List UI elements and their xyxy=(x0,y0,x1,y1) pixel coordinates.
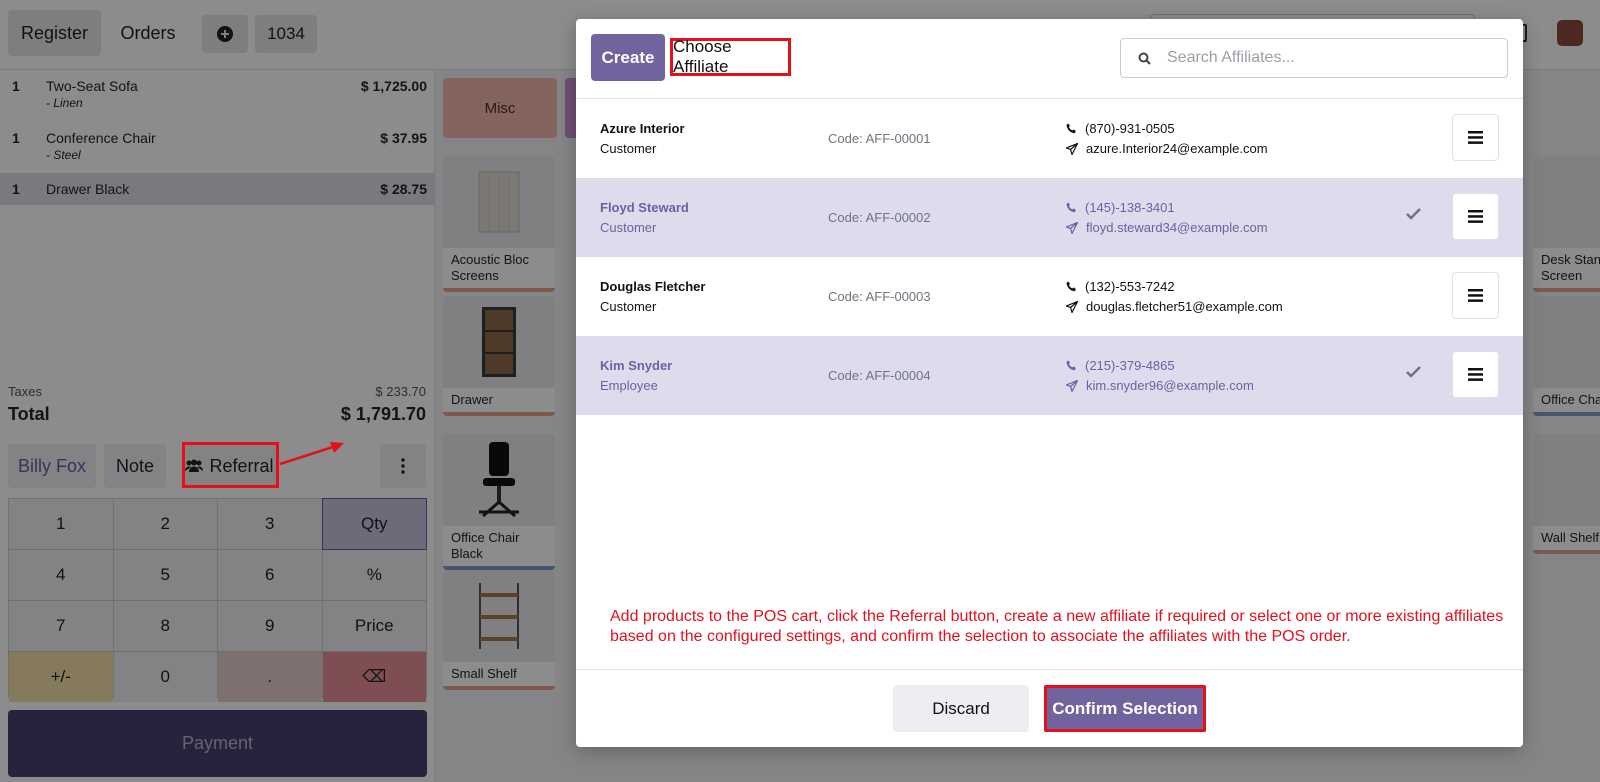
annotation-arrow xyxy=(279,442,344,466)
affiliate-name: Azure Interior xyxy=(600,121,685,136)
affiliate-role: Customer xyxy=(600,220,657,235)
phone-icon xyxy=(1066,281,1076,292)
affiliate-code: Code: AFF-00003 xyxy=(828,289,931,304)
affiliate-code: Code: AFF-00004 xyxy=(828,368,931,383)
affiliate-code: Code: AFF-00001 xyxy=(828,131,931,146)
affiliate-menu-button[interactable] xyxy=(1452,114,1499,161)
affiliate-search[interactable] xyxy=(1120,38,1508,78)
hamburger-icon xyxy=(1468,289,1483,302)
affiliate-phone-text: (215)-379-4865 xyxy=(1085,358,1175,373)
affiliate-name: Kim Snyder xyxy=(600,358,673,373)
phone-icon xyxy=(1066,123,1076,134)
create-affiliate-button[interactable]: Create xyxy=(591,34,665,81)
affiliate-menu-button[interactable] xyxy=(1452,193,1499,240)
dialog-title: Choose Affiliate xyxy=(670,37,791,76)
dialog-header: Create Choose Affiliate xyxy=(576,19,1523,99)
affiliate-name: Floyd Steward xyxy=(600,200,689,215)
affiliate-email: azure.Interior24@example.com xyxy=(1066,141,1268,156)
affiliate-email: floyd.steward34@example.com xyxy=(1066,220,1268,235)
send-icon xyxy=(1066,221,1078,234)
affiliate-email: kim.snyder96@example.com xyxy=(1066,378,1254,393)
hamburger-icon xyxy=(1468,210,1483,223)
affiliate-phone: (132)-553-7242 xyxy=(1066,279,1175,294)
instruction-annotation: Add products to the POS cart, click the … xyxy=(610,608,1504,645)
send-icon xyxy=(1066,379,1078,392)
affiliate-row[interactable]: Douglas Fletcher Customer Code: AFF-0000… xyxy=(576,257,1523,336)
affiliate-code: Code: AFF-00002 xyxy=(828,210,931,225)
affiliate-phone-text: (145)-138-3401 xyxy=(1085,200,1175,215)
affiliate-row-selected[interactable]: Floyd Steward Customer Code: AFF-00002 (… xyxy=(576,178,1523,257)
affiliate-email-text: azure.Interior24@example.com xyxy=(1086,141,1268,156)
phone-icon xyxy=(1066,202,1076,213)
send-icon xyxy=(1066,300,1078,313)
affiliate-row-selected[interactable]: Kim Snyder Employee Code: AFF-00004 (215… xyxy=(576,336,1523,415)
affiliate-search-input[interactable] xyxy=(1167,49,1487,67)
affiliate-name: Douglas Fletcher xyxy=(600,279,706,294)
referral-highlight-box xyxy=(182,442,279,488)
search-icon xyxy=(1121,52,1167,65)
affiliate-phone: (870)-931-0505 xyxy=(1066,121,1175,136)
affiliate-menu-button[interactable] xyxy=(1452,272,1499,319)
send-icon xyxy=(1066,142,1078,155)
dialog-footer: Discard Confirm Selection xyxy=(576,669,1523,747)
affiliate-menu-button[interactable] xyxy=(1452,351,1499,398)
check-icon xyxy=(1406,366,1421,381)
confirm-selection-button[interactable]: Confirm Selection xyxy=(1044,685,1206,732)
hamburger-icon xyxy=(1468,368,1483,381)
phone-icon xyxy=(1066,360,1076,371)
affiliate-phone-text: (132)-553-7242 xyxy=(1085,279,1175,294)
affiliate-phone: (145)-138-3401 xyxy=(1066,200,1175,215)
affiliate-row[interactable]: Azure Interior Customer Code: AFF-00001 … xyxy=(576,99,1523,178)
affiliate-email-text: douglas.fletcher51@example.com xyxy=(1086,299,1283,314)
affiliate-phone: (215)-379-4865 xyxy=(1066,358,1175,373)
affiliate-email: douglas.fletcher51@example.com xyxy=(1066,299,1283,314)
affiliate-role: Customer xyxy=(600,141,657,156)
affiliate-role: Customer xyxy=(600,299,657,314)
affiliate-phone-text: (870)-931-0505 xyxy=(1085,121,1175,136)
hamburger-icon xyxy=(1468,131,1483,144)
discard-button[interactable]: Discard xyxy=(893,685,1029,732)
choose-affiliate-dialog: Create Choose Affiliate Azure Interior C… xyxy=(576,19,1523,747)
affiliate-email-text: floyd.steward34@example.com xyxy=(1086,220,1268,235)
check-icon xyxy=(1406,208,1421,223)
affiliate-role: Employee xyxy=(600,378,658,393)
affiliate-email-text: kim.snyder96@example.com xyxy=(1086,378,1254,393)
